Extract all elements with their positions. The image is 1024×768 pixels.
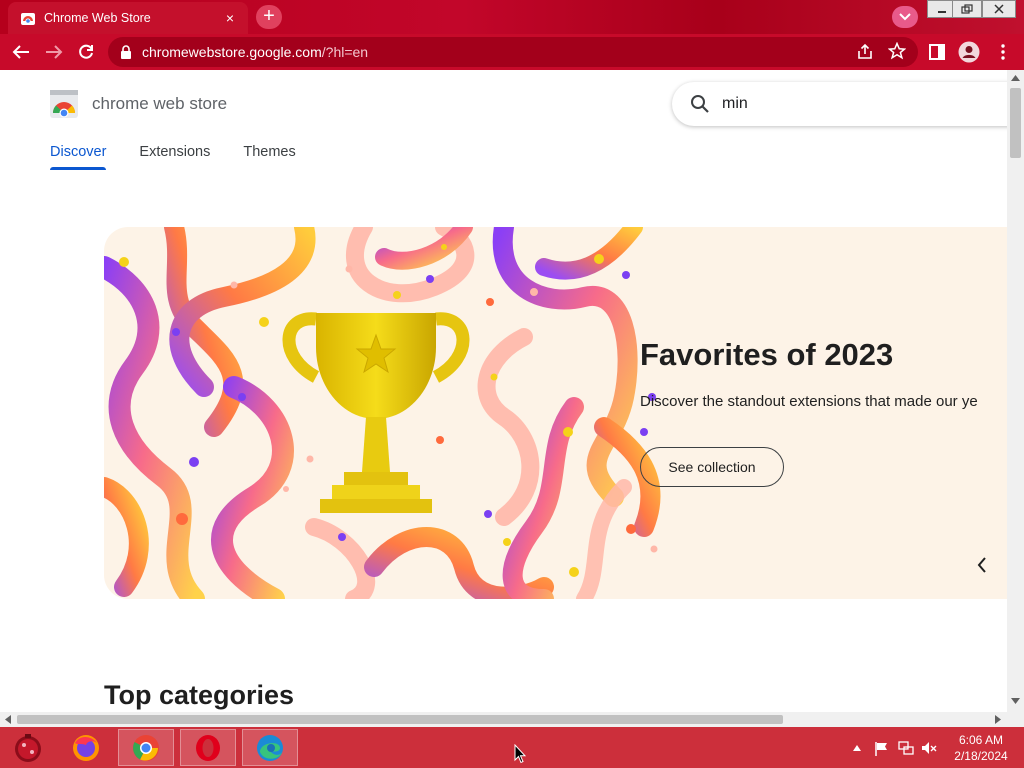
- hero-illustration: [104, 227, 661, 599]
- horizontal-scroll-thumb[interactable]: [17, 715, 783, 724]
- hero-banner: Favorites of 2023 Discover the standout …: [104, 227, 1007, 599]
- minimize-icon: [938, 11, 946, 13]
- horizontal-scrollbar[interactable]: [0, 712, 1007, 727]
- chrome-web-store-favicon: [21, 13, 35, 25]
- star-icon: [887, 41, 907, 60]
- browser-menu-button[interactable]: [992, 41, 1014, 63]
- chrome-icon: [133, 734, 159, 761]
- scrollbar-corner: [1007, 712, 1024, 727]
- edge-icon: [257, 734, 283, 761]
- scroll-right-icon: [995, 715, 1001, 724]
- store-brand-name[interactable]: chrome web store: [92, 94, 227, 114]
- profile-icon: [958, 41, 980, 63]
- share-icon: [858, 43, 872, 59]
- tab-search-button[interactable]: [892, 6, 918, 28]
- back-button[interactable]: [10, 41, 32, 63]
- taskbar-firefox[interactable]: [58, 729, 114, 766]
- tab-extensions[interactable]: Extensions: [139, 144, 210, 170]
- restore-button[interactable]: [952, 0, 982, 18]
- web-page: chrome web store min Discover Extensions…: [0, 70, 1007, 712]
- chrome-web-store-logo[interactable]: [50, 90, 78, 118]
- kebab-menu-icon: [1001, 44, 1005, 60]
- start-button[interactable]: [0, 729, 56, 766]
- window-close-button[interactable]: [982, 0, 1016, 18]
- bookmark-button[interactable]: [887, 41, 907, 65]
- show-hidden-icons-icon[interactable]: [853, 745, 861, 751]
- see-collection-button[interactable]: See collection: [640, 447, 784, 487]
- tab-discover[interactable]: Discover: [50, 144, 107, 170]
- side-panel-icon: [929, 44, 945, 60]
- taskbar-clock[interactable]: 6:06 AM 2/18/2024: [946, 732, 1016, 764]
- restore-icon: [961, 4, 973, 14]
- hero-title: Favorites of 2023: [640, 337, 894, 372]
- hero-subtitle: Discover the standout extensions that ma…: [640, 393, 978, 410]
- reload-button[interactable]: [75, 41, 97, 63]
- taskbar-chrome[interactable]: [118, 729, 174, 766]
- share-button[interactable]: [856, 43, 874, 66]
- firefox-icon: [73, 734, 99, 761]
- lock-icon: [121, 45, 131, 59]
- title-bar: Chrome Web Store × +: [0, 0, 1024, 34]
- reload-icon: [79, 44, 93, 59]
- vertical-scroll-thumb[interactable]: [1010, 88, 1021, 158]
- clock-date: 2/18/2024: [954, 749, 1008, 763]
- forward-arrow-icon: [46, 45, 63, 59]
- scroll-up-icon: [1011, 75, 1020, 81]
- profile-button[interactable]: [958, 41, 980, 63]
- action-center-flag-icon[interactable]: [874, 741, 890, 757]
- scroll-down-icon: [1011, 698, 1020, 704]
- tab-themes[interactable]: Themes: [243, 144, 295, 170]
- network-icon[interactable]: [898, 740, 914, 756]
- new-tab-button[interactable]: +: [256, 5, 282, 29]
- vertical-scrollbar[interactable]: [1007, 70, 1024, 712]
- tab-close-icon[interactable]: ×: [222, 10, 238, 26]
- url-path: /?hl=en: [321, 44, 369, 60]
- forward-button[interactable]: [43, 41, 65, 63]
- side-panel-button[interactable]: [926, 41, 948, 63]
- browser-toolbar: chromewebstore.google.com/?hl=en: [0, 34, 1024, 70]
- search-icon: [691, 95, 709, 113]
- taskbar-edge[interactable]: [242, 729, 298, 766]
- windows-taskbar: 6:06 AM 2/18/2024: [0, 727, 1024, 768]
- url-host: chromewebstore.google.com: [142, 44, 322, 60]
- search-query: min: [722, 95, 748, 112]
- start-orb-icon: [15, 733, 41, 762]
- chevron-left-icon: [977, 557, 986, 573]
- carousel-prev-button[interactable]: [970, 553, 994, 577]
- chevron-down-icon: [899, 13, 911, 21]
- browser-tab[interactable]: Chrome Web Store ×: [8, 2, 248, 34]
- top-categories-heading: Top categories: [104, 680, 295, 710]
- tab-title: Chrome Web Store: [44, 11, 151, 25]
- address-bar[interactable]: chromewebstore.google.com/?hl=en: [108, 37, 918, 67]
- mouse-cursor-icon: [514, 744, 526, 764]
- window-close-icon: [994, 4, 1004, 14]
- scroll-left-icon: [5, 715, 11, 724]
- speaker-muted-icon[interactable]: [921, 740, 937, 756]
- store-nav-tabs: Discover Extensions Themes: [50, 144, 329, 170]
- store-search-box[interactable]: min: [672, 82, 1007, 126]
- taskbar-opera[interactable]: [180, 729, 236, 766]
- clock-time: 6:06 AM: [958, 733, 1004, 747]
- opera-icon: [196, 734, 220, 761]
- back-arrow-icon: [12, 45, 29, 59]
